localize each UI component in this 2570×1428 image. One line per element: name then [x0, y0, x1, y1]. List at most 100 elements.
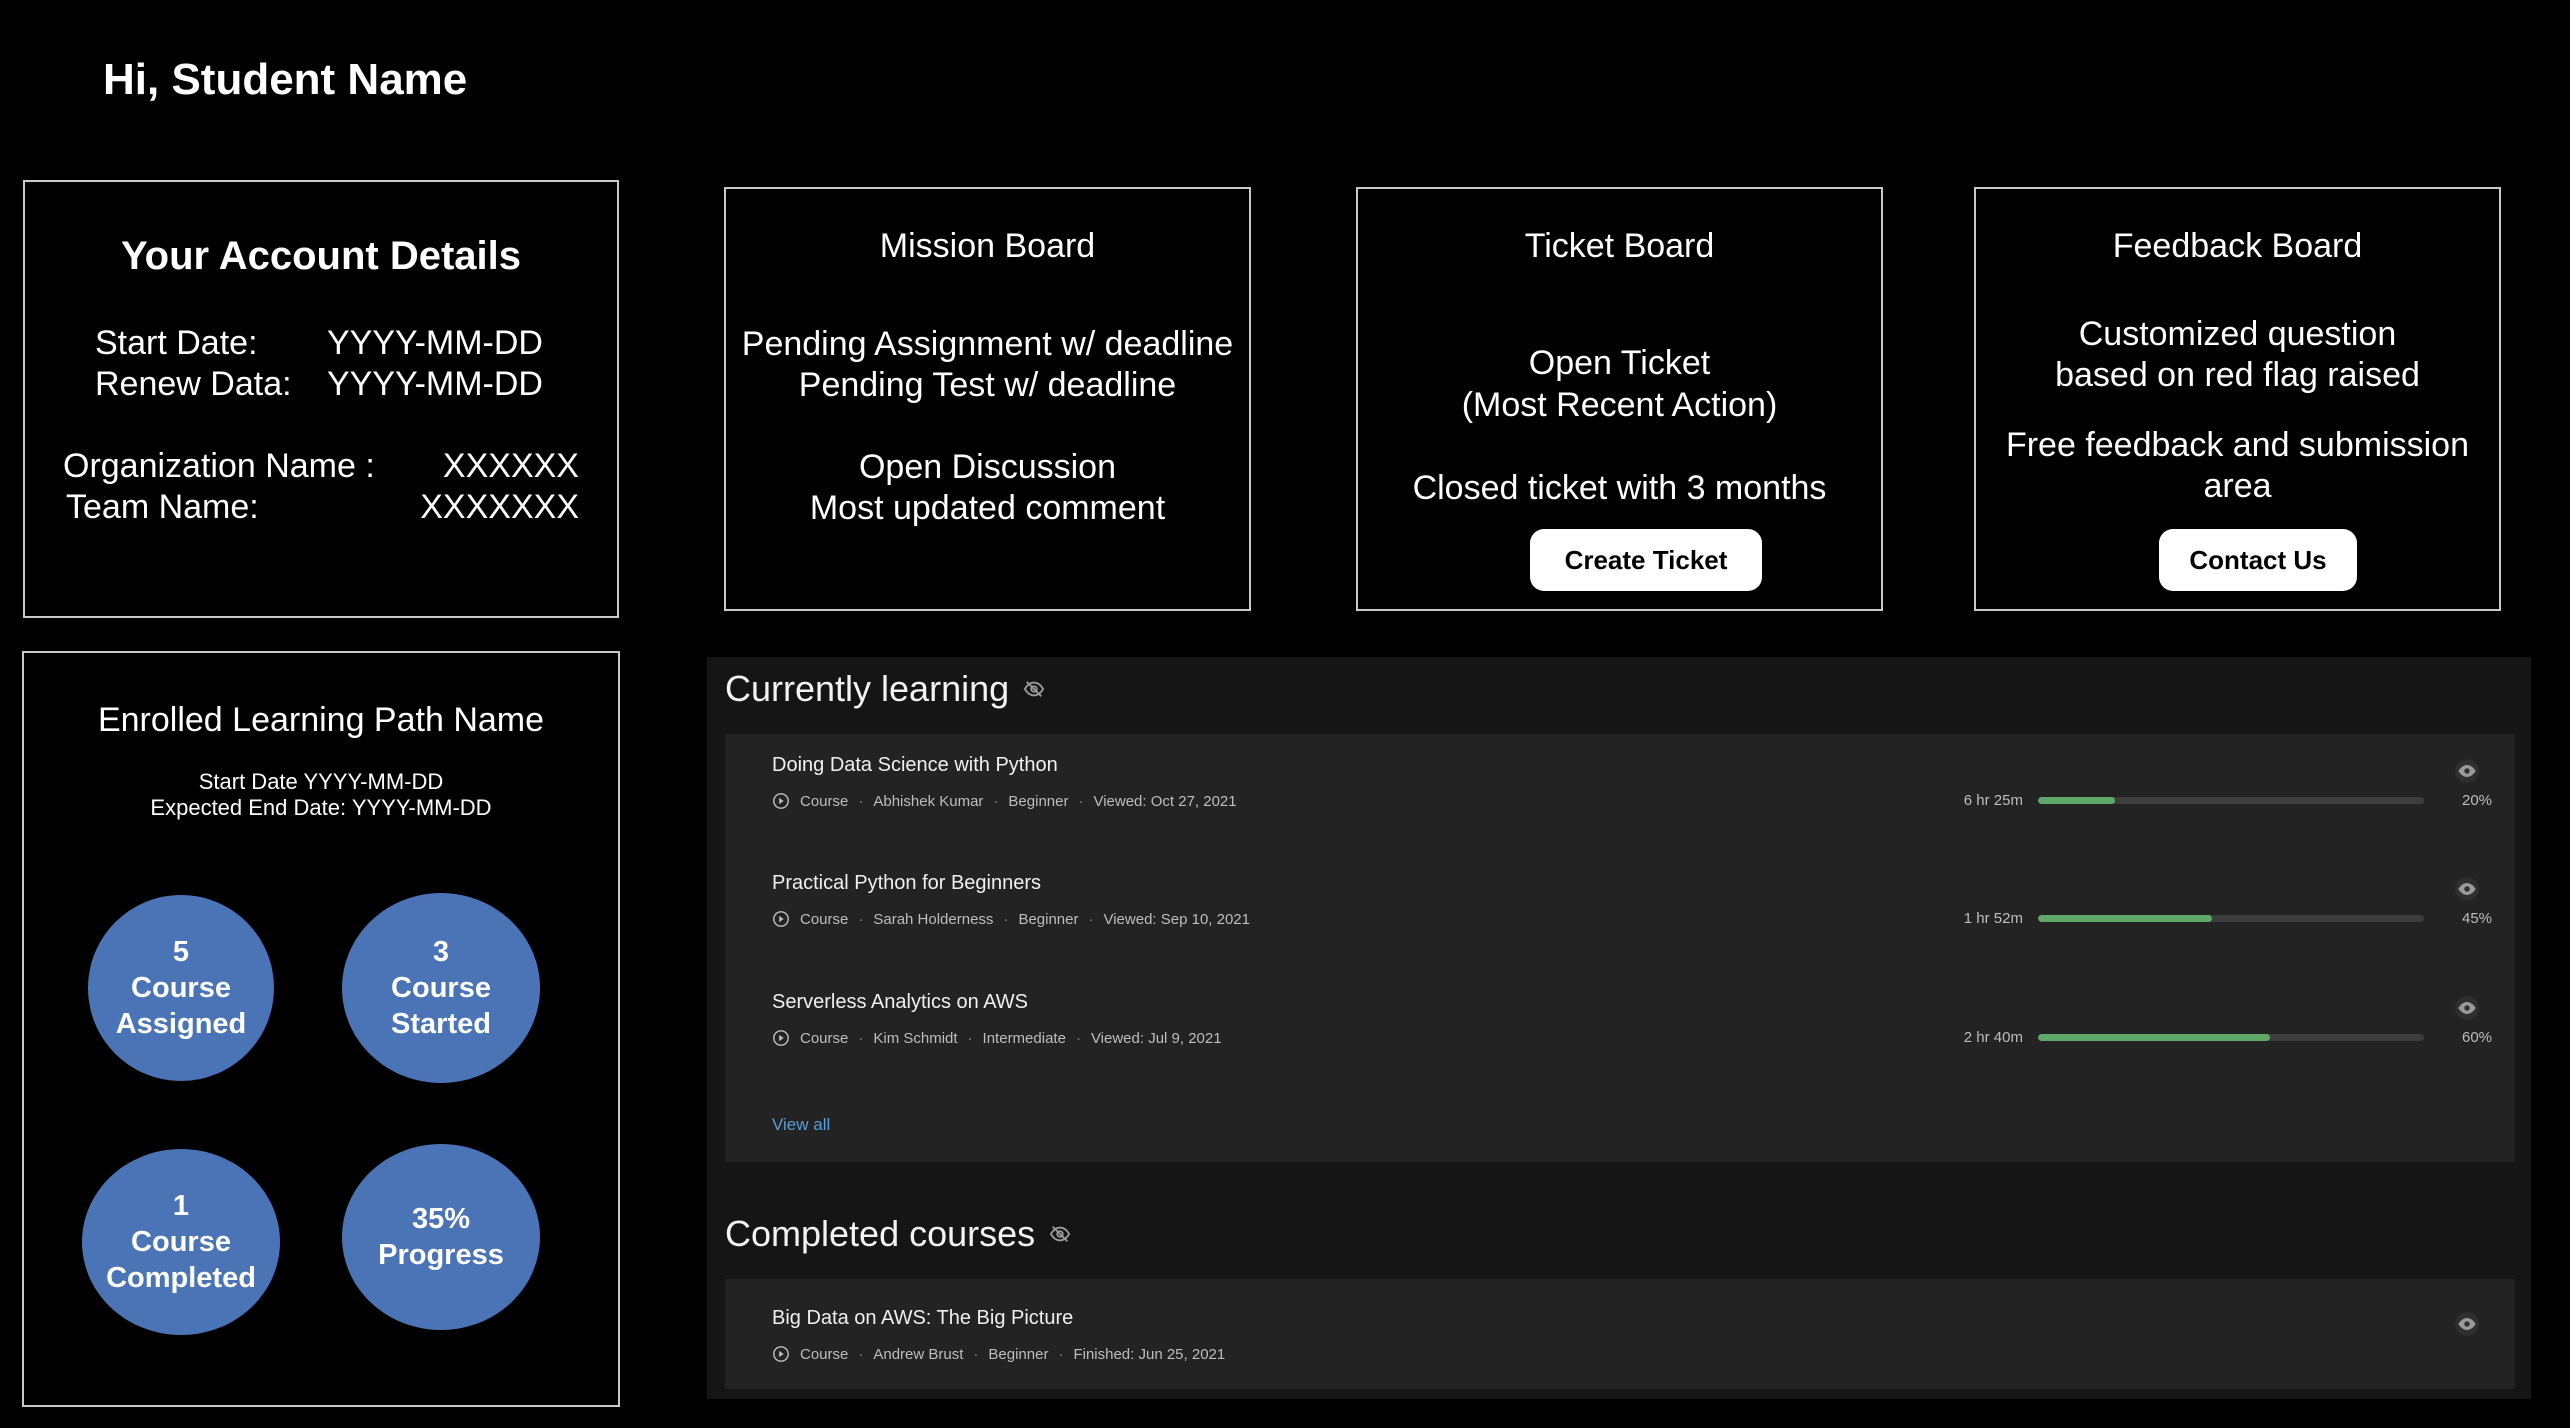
- team-value: XXXXXXX: [420, 488, 579, 526]
- course-duration: 1 hr 52m: [1963, 910, 2023, 927]
- course-author: Andrew Brust: [873, 1345, 964, 1363]
- feedback-customized-question: Customized question: [2078, 315, 2397, 353]
- course-type: Course: [800, 792, 849, 810]
- feedback-free-submission: Free feedback and submission: [2005, 426, 2470, 464]
- course-author: Kim Schmidt: [873, 1029, 958, 1047]
- eye-off-icon[interactable]: [1023, 678, 1045, 700]
- stat-label: Course: [131, 972, 231, 1004]
- course-type: Course: [800, 1029, 849, 1047]
- course-progress-percent: 20%: [2462, 792, 2493, 809]
- stat-value: 1: [172, 1190, 190, 1222]
- stat-label: Started: [391, 1008, 491, 1040]
- course-title[interactable]: Doing Data Science with Python: [772, 754, 1058, 777]
- course-viewed: Viewed: Oct 27, 2021: [1093, 792, 1237, 810]
- stat-courses-assigned: 5 Course Assigned: [88, 895, 274, 1081]
- ticket-recent-action: (Most Recent Action): [1461, 386, 1778, 424]
- stat-value: 35%: [411, 1203, 471, 1235]
- learning-path-title: Enrolled Learning Path Name: [97, 701, 545, 739]
- course-title[interactable]: Big Data on AWS: The Big Picture: [772, 1307, 1073, 1330]
- eye-icon[interactable]: [2454, 995, 2480, 1021]
- course-progress-percent: 45%: [2462, 910, 2493, 927]
- course-title[interactable]: Serverless Analytics on AWS: [772, 991, 1028, 1014]
- stat-courses-started: 3 Course Started: [342, 893, 540, 1083]
- course-type: Course: [800, 1345, 849, 1363]
- stat-label: Course: [391, 972, 491, 1004]
- play-circle-icon: [773, 793, 789, 809]
- list-item[interactable]: Practical Python for Beginners Course · S…: [725, 852, 2515, 970]
- currently-learning-list: Doing Data Science with Python Course · A…: [725, 734, 2515, 1162]
- stat-courses-completed: 1 Course Completed: [82, 1149, 280, 1335]
- course-level: Beginner: [1008, 792, 1069, 810]
- course-level: Intermediate: [982, 1029, 1066, 1047]
- learning-path-end: Expected End Date: YYYY-MM-DD: [150, 795, 492, 820]
- ticket-board-title: Ticket Board: [1524, 227, 1715, 265]
- stat-value: 5: [172, 936, 190, 968]
- feedback-board-title: Feedback Board: [2112, 227, 2363, 265]
- mission-pending-test: Pending Test w/ deadline: [798, 366, 1177, 404]
- organization-label: Organization Name :: [63, 447, 375, 485]
- eye-icon[interactable]: [2454, 876, 2480, 902]
- account-details-card: Your Account Details Start Date: YYYY-MM…: [23, 180, 619, 618]
- ticket-board-card: Ticket Board Open Ticket (Most Recent Ac…: [1356, 187, 1883, 611]
- stat-label: Assigned: [115, 1008, 247, 1040]
- mission-board-card[interactable]: Mission Board Pending Assignment w/ dead…: [724, 187, 1251, 611]
- list-item[interactable]: Serverless Analytics on AWS Course · Kim …: [725, 971, 2515, 1089]
- mission-board-title: Mission Board: [879, 227, 1096, 265]
- play-circle-icon: [773, 1346, 789, 1362]
- list-item[interactable]: Big Data on AWS: The Big Picture Course ·…: [725, 1287, 2515, 1405]
- learning-path-start: Start Date YYYY-MM-DD: [198, 769, 444, 794]
- list-item[interactable]: Doing Data Science with Python Course · A…: [725, 734, 2515, 852]
- course-author: Sarah Holderness: [873, 910, 994, 928]
- course-meta: Course · Sarah Holderness · Beginner · View…: [772, 910, 1250, 928]
- feedback-red-flag: based on red flag raised: [2055, 356, 2420, 394]
- stat-label: Course: [131, 1226, 231, 1258]
- stat-label: Progress: [378, 1239, 504, 1271]
- course-meta: Course · Kim Schmidt · Intermediate · Viewe…: [772, 1029, 1222, 1047]
- currently-learning-header: Currently learning: [725, 668, 1045, 710]
- progress-bar: [2038, 1034, 2424, 1041]
- play-circle-icon: [773, 911, 789, 927]
- ticket-closed: Closed ticket with 3 months: [1412, 469, 1827, 507]
- learning-path-card: Enrolled Learning Path Name Start Date Y…: [22, 651, 620, 1407]
- team-label: Team Name:: [66, 488, 259, 526]
- mission-updated-comment: Most updated comment: [809, 489, 1166, 527]
- course-viewed: Viewed: Jul 9, 2021: [1090, 1029, 1222, 1047]
- currently-learning-title: Currently learning: [725, 668, 1010, 709]
- course-level: Beginner: [1018, 910, 1079, 928]
- stat-label: Completed: [106, 1262, 256, 1294]
- course-type: Course: [800, 910, 849, 928]
- course-duration: 6 hr 25m: [1963, 792, 2023, 809]
- learning-panel: Currently learning Doing Data Science wi…: [707, 657, 2531, 1399]
- create-ticket-button[interactable]: Create Ticket: [1530, 529, 1762, 591]
- progress-bar-fill: [2038, 915, 2212, 922]
- course-duration: 2 hr 40m: [1963, 1029, 2023, 1046]
- greeting: Hi, Student Name: [103, 55, 468, 104]
- course-meta: Course · Abhishek Kumar · Beginner · Viewed…: [772, 792, 1237, 810]
- completed-courses-title: Completed courses: [725, 1213, 1036, 1254]
- mission-open-discussion: Open Discussion: [858, 448, 1116, 486]
- progress-bar-fill: [2038, 797, 2116, 804]
- organization-value: XXXXXX: [442, 447, 579, 485]
- eye-off-icon[interactable]: [1049, 1223, 1071, 1245]
- renew-date-value: YYYY-MM-DD: [327, 365, 543, 403]
- renew-date-label: Renew Data:: [95, 365, 292, 403]
- contact-us-button[interactable]: Contact Us: [2159, 529, 2357, 591]
- view-all-link[interactable]: View all: [772, 1115, 830, 1135]
- start-date-label: Start Date:: [95, 324, 258, 362]
- eye-icon[interactable]: [2454, 758, 2480, 784]
- progress-bar: [2038, 797, 2424, 804]
- course-finished: Finished: Jun 25, 2021: [1073, 1345, 1226, 1363]
- course-title[interactable]: Practical Python for Beginners: [772, 872, 1041, 895]
- completed-courses-list: Big Data on AWS: The Big Picture Course ·…: [725, 1279, 2515, 1389]
- stat-progress: 35% Progress: [342, 1144, 540, 1330]
- progress-bar-fill: [2038, 1034, 2270, 1041]
- course-meta: Course · Andrew Brust · Beginner · Finished…: [772, 1345, 1225, 1363]
- stat-value: 3: [432, 936, 450, 968]
- course-progress-percent: 60%: [2462, 1029, 2493, 1046]
- eye-icon[interactable]: [2454, 1311, 2480, 1337]
- ticket-open: Open Ticket: [1528, 344, 1711, 382]
- course-author: Abhishek Kumar: [873, 792, 984, 810]
- course-viewed: Viewed: Sep 10, 2021: [1103, 910, 1250, 928]
- feedback-area: area: [2203, 467, 2272, 505]
- mission-pending-assignment: Pending Assignment w/ deadline: [741, 325, 1234, 363]
